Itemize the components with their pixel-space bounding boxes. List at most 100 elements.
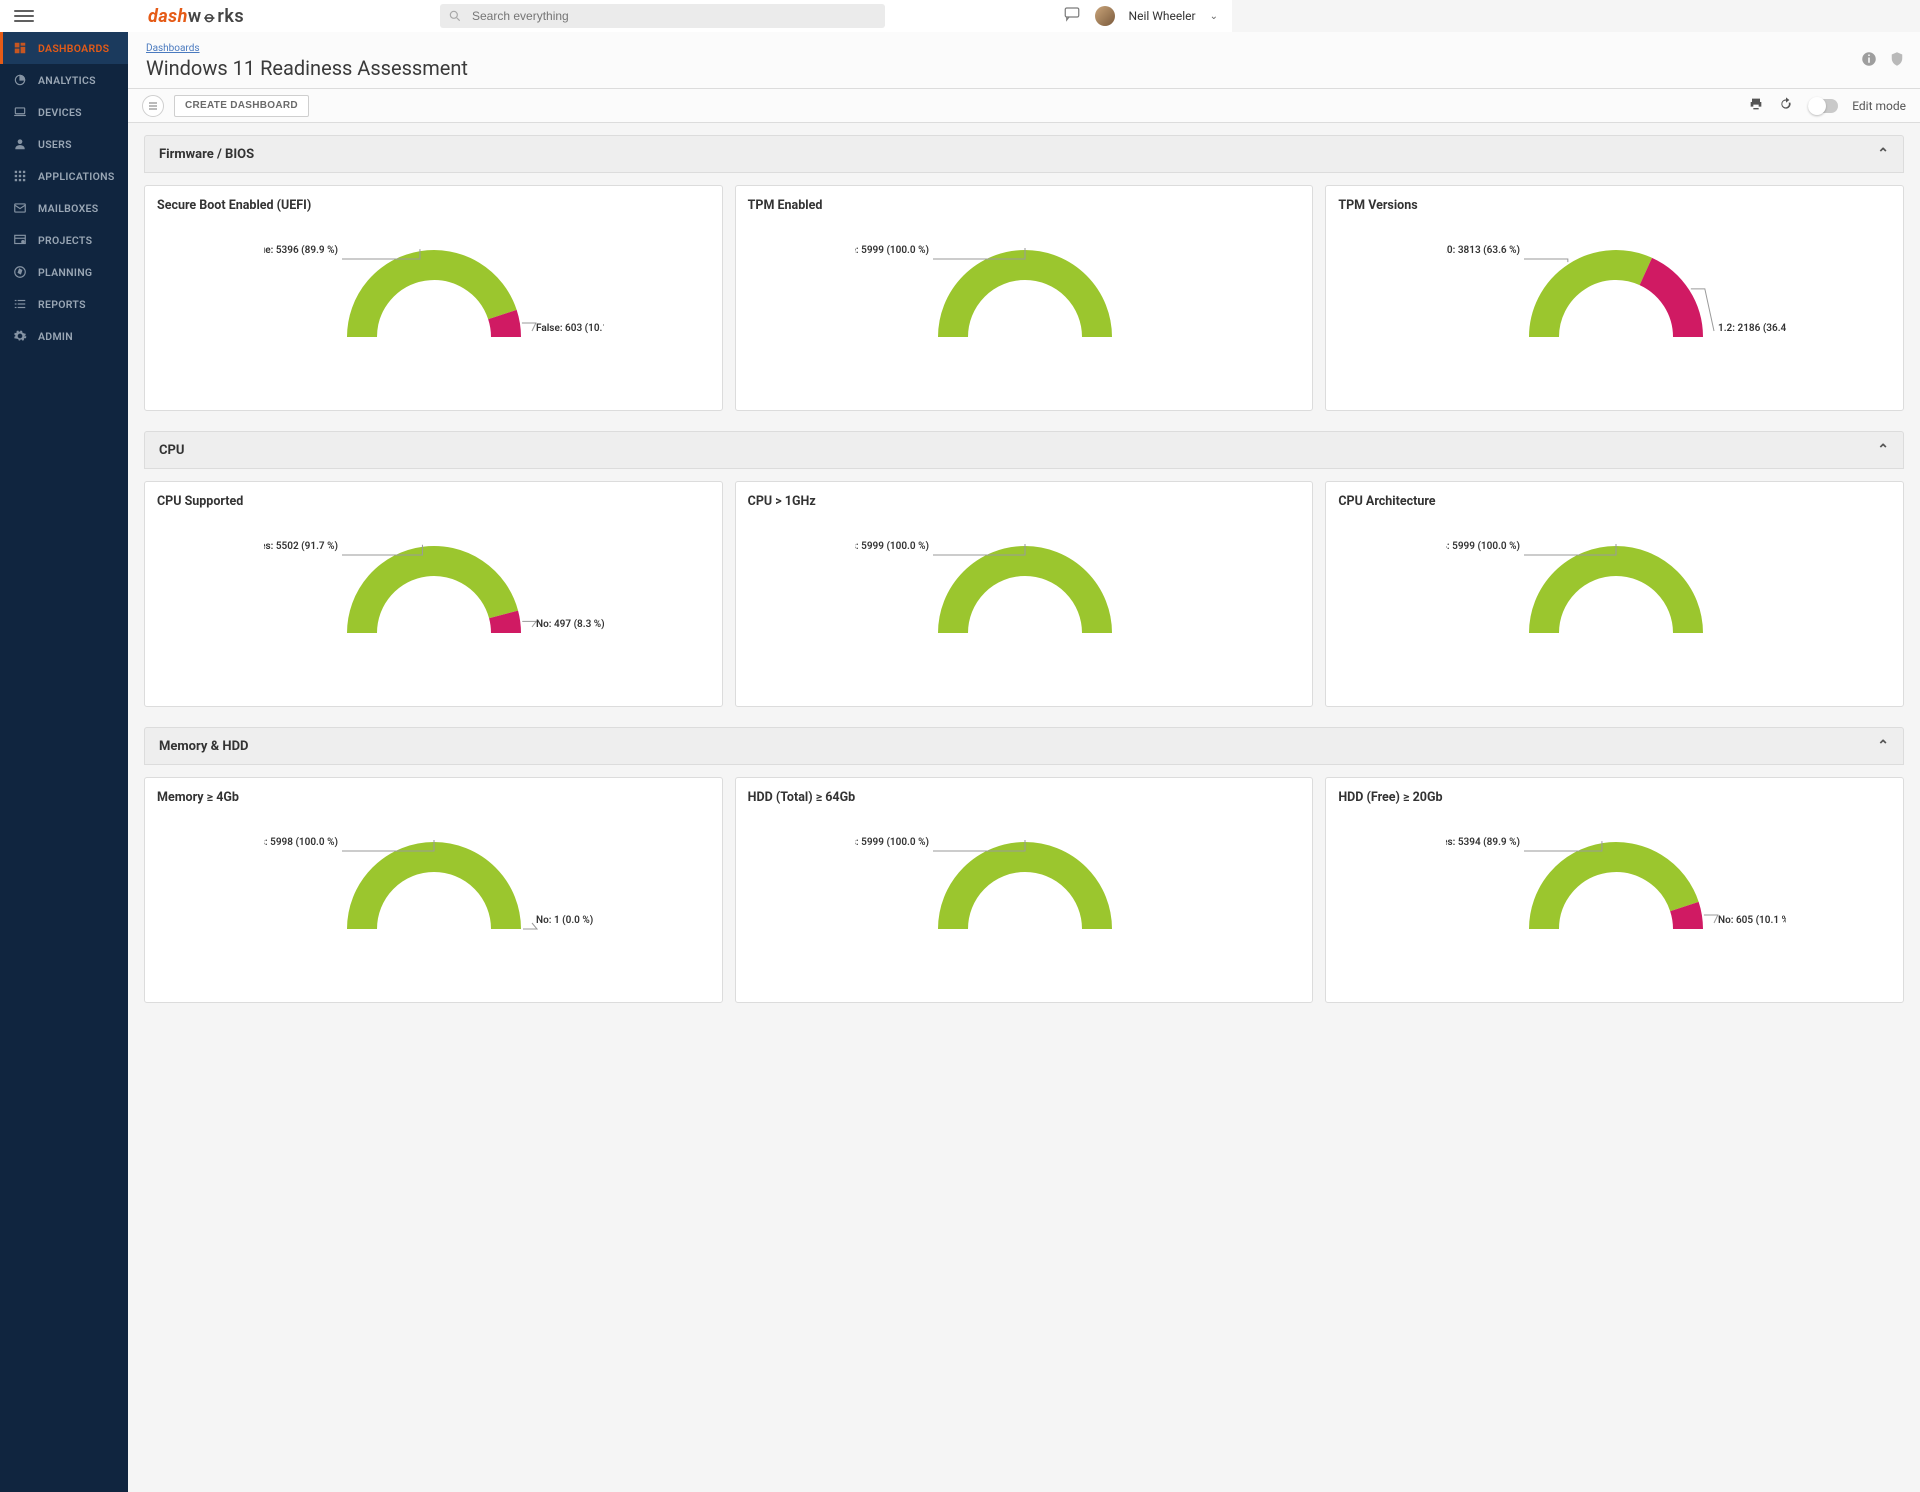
svg-text:No: 605 (10.1 %): No: 605 (10.1 %)	[1718, 914, 1786, 926]
apps-icon	[12, 168, 28, 184]
sidebar-item-label: PLANNING	[38, 266, 92, 279]
gauge-chart: 64: 5999 (100.0 %)	[1338, 515, 1893, 685]
svg-text:True: 5999 (100.0 %): True: 5999 (100.0 %)	[855, 244, 929, 256]
section-header[interactable]: CPU ⌃	[144, 431, 1904, 469]
search-icon	[448, 9, 462, 23]
svg-text:No: 497 (8.3 %): No: 497 (8.3 %)	[536, 618, 604, 630]
edit-mode-toggle[interactable]	[1808, 99, 1838, 113]
shield-icon[interactable]	[1888, 50, 1906, 72]
search-input[interactable]	[470, 8, 877, 24]
user-avatar[interactable]	[1095, 6, 1115, 26]
chevron-up-icon: ⌃	[1877, 442, 1889, 458]
card-hdd_total_64[interactable]: HDD (Total) ≥ 64GbYes: 5999 (100.0 %)	[735, 777, 1314, 1003]
card-row: Memory ≥ 4Gb Yes: 5998 (100.0 %) No: 1 (0.…	[144, 777, 1904, 1003]
svg-text:Yes: 5998 (100.0 %): Yes: 5998 (100.0 %)	[264, 836, 338, 848]
page-header: Dashboards Windows 11 Readiness Assessme…	[128, 32, 1920, 89]
svg-text:False: 603 (10.1 %): False: 603 (10.1 %)	[536, 322, 604, 334]
section-header[interactable]: Firmware / BIOS⌃	[144, 135, 1904, 173]
card-row: CPU Supported Yes: 5502 (91.7 %) No: 497 (…	[144, 481, 1904, 707]
card-tpm_versions[interactable]: TPM Versions 2.0: 3813 (63.6 %) 1.2: 2186 …	[1325, 185, 1904, 411]
user-name[interactable]: Neil Wheeler	[1129, 9, 1196, 23]
card-cpu_supported[interactable]: CPU Supported Yes: 5502 (91.7 %) No: 497 (…	[144, 481, 723, 707]
content-area: Firmware / BIOS⌃Secure Boot Enabled (UEF…	[128, 123, 1920, 1035]
svg-text:1.2: 2186 (36.4 %): 1.2: 2186 (36.4 %)	[1718, 322, 1786, 334]
section-header[interactable]: Memory & HDD ⌃	[144, 727, 1904, 765]
dashboard-icon	[12, 40, 28, 56]
card-title: CPU Supported	[157, 494, 712, 509]
gauge-chart: Yes: 5394 (89.9 %)No: 605 (10.1 %)	[1338, 811, 1893, 981]
topbar: dashw⦵rks Neil Wheeler ⌄	[0, 0, 1232, 32]
sidebar-item-devices[interactable]: DEVICES	[0, 96, 128, 128]
breadcrumb-root[interactable]: Dashboards	[146, 43, 200, 54]
refresh-icon[interactable]	[1778, 96, 1794, 116]
list-icon	[12, 296, 28, 312]
sidebar-item-projects[interactable]: PROJECTS	[0, 224, 128, 256]
feedback-icon[interactable]	[1063, 5, 1081, 27]
gauge-chart: True: 5999 (100.0 %)	[748, 219, 1303, 389]
svg-text:True: 5396 (89.9 %): True: 5396 (89.9 %)	[264, 244, 338, 256]
sidebar-item-label: REPORTS	[38, 298, 86, 311]
sidebar-item-reports[interactable]: REPORTS	[0, 288, 128, 320]
gauge-chart: 2.0: 3813 (63.6 %) 1.2: 2186 (36.4 %)	[1338, 219, 1893, 389]
card-title: HDD (Free) ≥ 20Gb	[1338, 790, 1893, 805]
edit-mode-label: Edit mode	[1852, 99, 1906, 113]
svg-text:64: 5999 (100.0 %): 64: 5999 (100.0 %)	[1446, 540, 1520, 552]
card-cpu_arch[interactable]: CPU Architecture 64: 5999 (100.0 %)	[1325, 481, 1904, 707]
print-icon[interactable]	[1748, 96, 1764, 116]
menu-toggle-button[interactable]	[14, 6, 34, 26]
card-secure_boot[interactable]: Secure Boot Enabled (UEFI) True: 5396 (89…	[144, 185, 723, 411]
mail-icon	[12, 200, 28, 216]
card-title: TPM Enabled	[748, 198, 1303, 213]
gauge-chart: Yes: 5502 (91.7 %) No: 497 (8.3 %)	[157, 515, 712, 685]
search-box[interactable]	[440, 4, 885, 28]
chevron-up-icon: ⌃	[1877, 738, 1889, 754]
sidebar-item-label: ADMIN	[38, 330, 73, 343]
sidebar-item-dashboards[interactable]: DASHBOARDS	[0, 32, 128, 64]
card-title: CPU Architecture	[1338, 494, 1893, 509]
card-title: Secure Boot Enabled (UEFI)	[157, 198, 712, 213]
svg-text:Yes: 5999 (100.0 %): Yes: 5999 (100.0 %)	[855, 836, 929, 848]
dashboard-list-button[interactable]	[142, 95, 164, 117]
create-dashboard-button[interactable]: CREATE DASHBOARD	[174, 95, 309, 117]
sidebar-item-label: USERS	[38, 138, 72, 151]
gear-icon	[12, 328, 28, 344]
sidebar-item-applications[interactable]: APPLICATIONS	[0, 160, 128, 192]
sidebar-item-mailboxes[interactable]: MAILBOXES	[0, 192, 128, 224]
section-title: Memory & HDD	[159, 739, 249, 754]
info-icon[interactable]	[1860, 50, 1878, 72]
sidebar: DASHBOARDS ANALYTICS DEVICES USERS APPLICATI…	[0, 0, 128, 1492]
sidebar-item-users[interactable]: USERS	[0, 128, 128, 160]
card-title: Memory ≥ 4Gb	[157, 790, 712, 805]
svg-text:2.0: 3813 (63.6 %): 2.0: 3813 (63.6 %)	[1446, 244, 1520, 256]
analytics-icon	[12, 72, 28, 88]
project-icon	[12, 232, 28, 248]
card-hdd_free_20[interactable]: HDD (Free) ≥ 20Gb Yes: 5394 (89.9 %)No: 6…	[1325, 777, 1904, 1003]
user-icon	[12, 136, 28, 152]
user-menu-chevron-icon[interactable]: ⌄	[1210, 11, 1218, 22]
sidebar-item-admin[interactable]: ADMIN	[0, 320, 128, 352]
sidebar-item-analytics[interactable]: ANALYTICS	[0, 64, 128, 96]
sidebar-item-label: ANALYTICS	[38, 74, 96, 87]
sidebar-item-label: APPLICATIONS	[38, 170, 115, 183]
card-tpm_enabled[interactable]: TPM Enabled True: 5999 (100.0 %)	[735, 185, 1314, 411]
sidebar-item-label: DEVICES	[38, 106, 82, 119]
card-row: Secure Boot Enabled (UEFI) True: 5396 (89…	[144, 185, 1904, 411]
card-title: CPU > 1GHz	[748, 494, 1303, 509]
app-logo: dashw⦵rks	[148, 6, 244, 27]
svg-text:Yes: 5502 (91.7 %): Yes: 5502 (91.7 %)	[264, 540, 338, 552]
sidebar-item-label: DASHBOARDS	[38, 42, 109, 55]
svg-text:No: 1 (0.0 %): No: 1 (0.0 %)	[536, 914, 593, 926]
gauge-chart: Yes: 5999 (100.0 %)	[748, 811, 1303, 981]
section-title: Firmware / BIOS	[159, 147, 254, 162]
page: Dashboards Windows 11 Readiness Assessme…	[128, 32, 1920, 1035]
toolbar: CREATE DASHBOARD Edit mode	[128, 89, 1920, 123]
gauge-chart: Yes: 5998 (100.0 %) No: 1 (0.0 %)	[157, 811, 712, 981]
card-cpu_ghz[interactable]: CPU > 1GHzYes: 5999 (100.0 %)	[735, 481, 1314, 707]
sidebar-item-label: MAILBOXES	[38, 202, 98, 215]
card-title: TPM Versions	[1338, 198, 1893, 213]
compass-icon	[12, 264, 28, 280]
sidebar-item-planning[interactable]: PLANNING	[0, 256, 128, 288]
section-title: CPU	[159, 443, 184, 458]
laptop-icon	[12, 104, 28, 120]
card-mem_4gb[interactable]: Memory ≥ 4Gb Yes: 5998 (100.0 %) No: 1 (0.…	[144, 777, 723, 1003]
